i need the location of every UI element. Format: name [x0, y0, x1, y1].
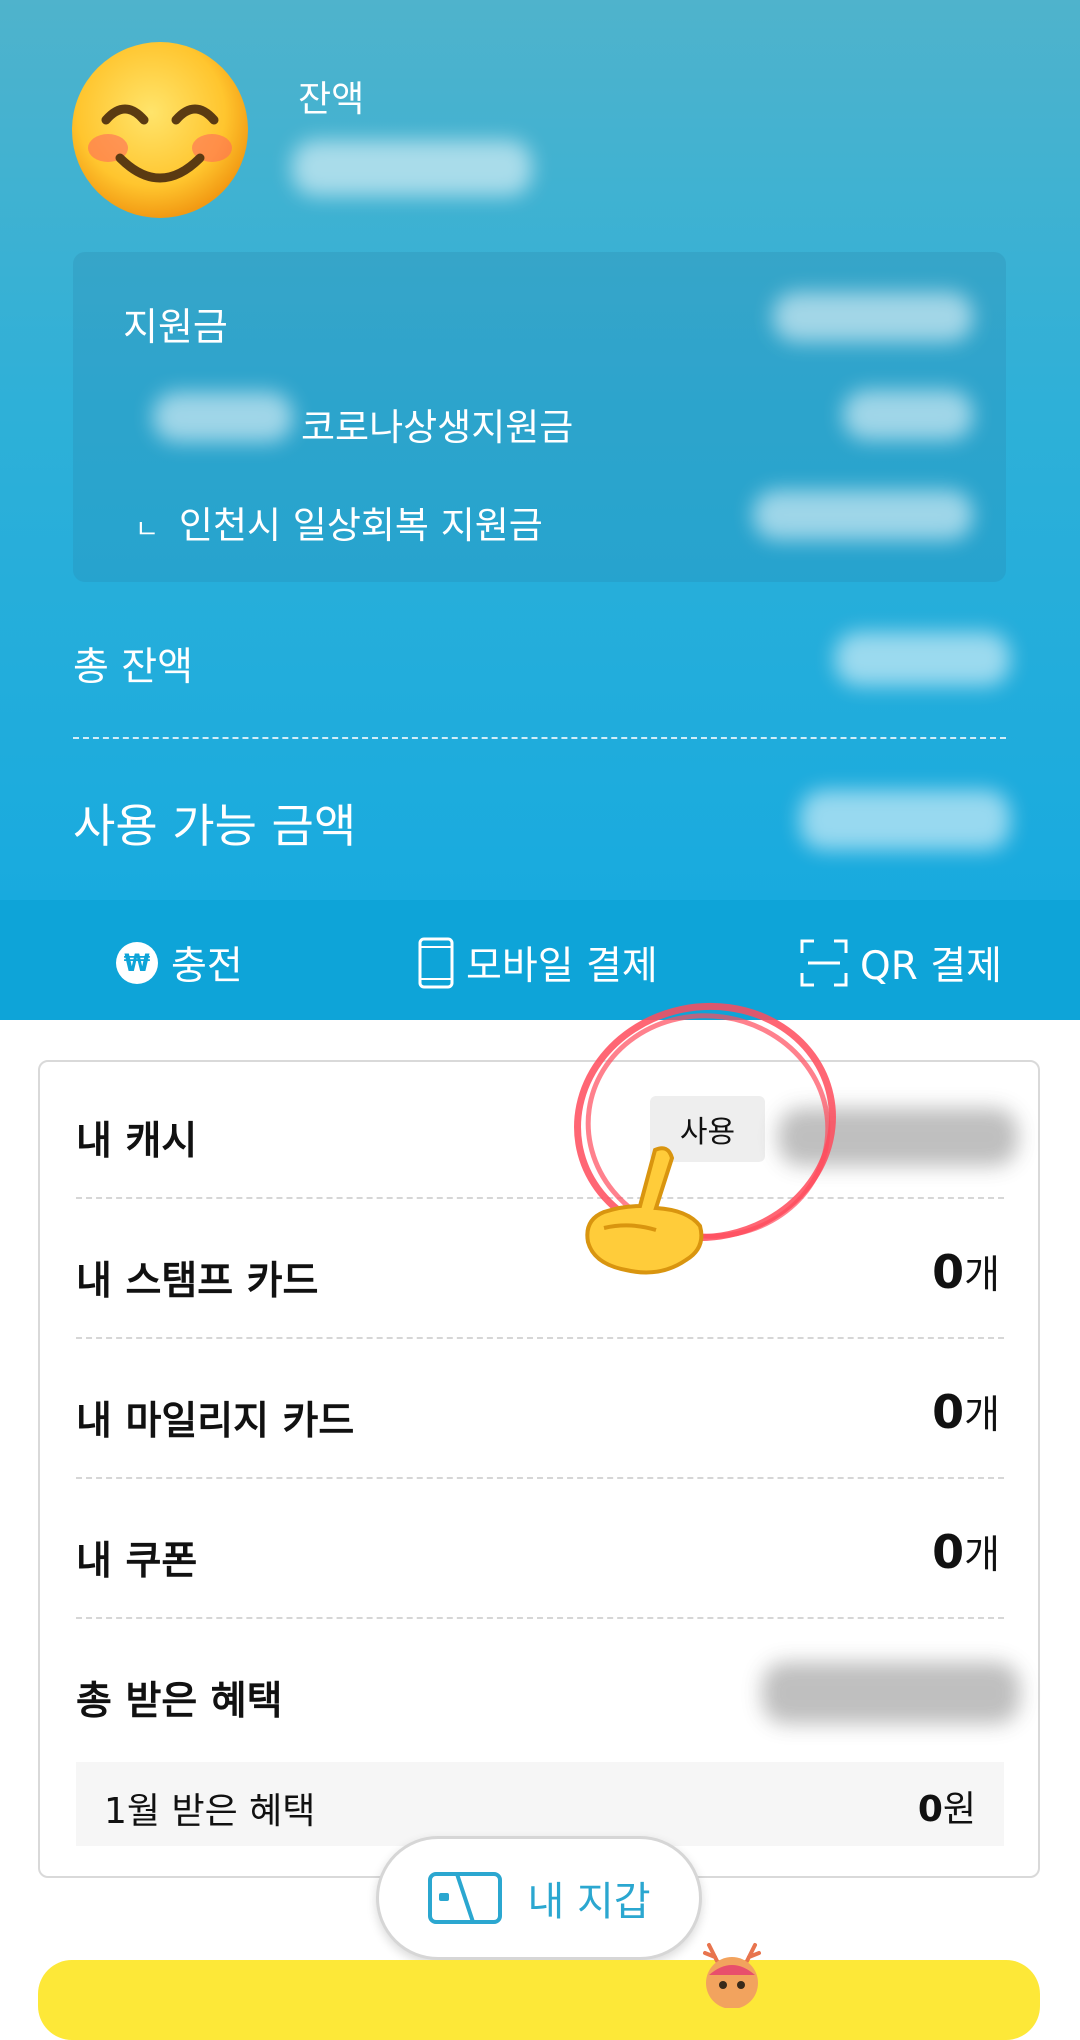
available-amount-redacted [800, 790, 1010, 850]
count-unit: 개 [964, 1253, 1000, 1298]
won-icon: ₩ [116, 942, 158, 984]
qr-pay-label: QR 결제 [860, 944, 1002, 989]
divider [76, 1197, 1004, 1199]
total-balance-redacted [835, 632, 1010, 686]
total-balance-label: 총 잔액 [73, 645, 194, 690]
svg-text:₩: ₩ [124, 949, 151, 977]
mileage-count: 0 [932, 1385, 965, 1439]
stamp-card-label[interactable]: 내 스탬프 카드 [76, 1250, 318, 1306]
balance-amount-redacted [292, 140, 532, 196]
deer-mascot-icon [703, 1943, 761, 2008]
month-benefit-number: 0 [917, 1789, 943, 1830]
phone-icon [418, 937, 454, 989]
available-amount-label: 사용 가능 금액 [73, 799, 357, 853]
my-wallet-label: 내 지갑 [527, 1879, 651, 1925]
coupon-count: 0 [932, 1525, 965, 1579]
subsidy-row2-amount-redacted [753, 490, 973, 540]
month-benefit-row: 1월 받은 혜택 0원 [76, 1762, 1004, 1846]
stamp-count: 0 [932, 1245, 965, 1299]
subsidy-row1-prefix-redacted [153, 392, 293, 442]
wallet-card: 내 캐시 사용 내 스탬프 카드 0개 내 마일리지 카드 0개 내 쿠폰 0개… [38, 1060, 1040, 1878]
subsidy-row1-amount-redacted [843, 390, 973, 440]
balance-label: 잔액 [298, 79, 365, 120]
pointing-hand-icon [585, 1146, 704, 1275]
qr-pay-button[interactable]: QR 결제 [800, 935, 1002, 991]
mobile-pay-button[interactable]: 모바일 결제 [418, 935, 658, 991]
subsidy-row-incheon-label: 인천시 일상회복 지원금 [178, 504, 543, 547]
count-unit: 개 [964, 1393, 1000, 1438]
mileage-card-label[interactable]: 내 마일리지 카드 [76, 1390, 354, 1446]
charge-label: 충전 [171, 944, 243, 989]
subsidy-row-covid: 코로나상생지원금 [301, 406, 574, 449]
total-benefit-redacted [762, 1662, 1020, 1724]
sub-item-prefix: ㄴ [135, 515, 159, 545]
my-wallet-button[interactable]: 내 지갑 [376, 1836, 702, 1960]
month-benefit-amount: 0원 [918, 1780, 976, 1832]
my-cash-label: 내 캐시 [76, 1119, 198, 1164]
mobile-pay-label: 모바일 결제 [466, 944, 658, 989]
charge-button[interactable]: ₩ 충전 [115, 935, 243, 991]
smiley-avatar-icon [72, 42, 248, 218]
count-unit: 개 [964, 1533, 1000, 1578]
divider [76, 1617, 1004, 1619]
divider [76, 1337, 1004, 1339]
qr-scan-icon [800, 939, 848, 987]
divider [73, 737, 1006, 739]
subsidy-panel: 지원금 코로나상생지원금 ㄴ 인천시 일상회복 지원금 [73, 252, 1006, 582]
won-unit: 원 [942, 1789, 976, 1830]
subsidy-title: 지원금 [123, 305, 228, 349]
month-benefit-label: 1월 받은 혜택 [104, 1791, 316, 1832]
wallet-icon [428, 1872, 503, 1924]
coupon-count-value[interactable]: 0개 [932, 1524, 1000, 1580]
mileage-card-count[interactable]: 0개 [932, 1384, 1000, 1440]
promo-banner[interactable] [38, 1960, 1040, 2040]
coupon-label[interactable]: 내 쿠폰 [76, 1530, 197, 1586]
stamp-card-count[interactable]: 0개 [932, 1244, 1000, 1300]
divider [76, 1477, 1004, 1479]
subsidy-row-incheon: ㄴ 인천시 일상회복 지원금 [135, 495, 543, 549]
total-benefit-label: 총 받은 혜택 [76, 1679, 283, 1724]
subsidy-amount-redacted [773, 292, 973, 342]
